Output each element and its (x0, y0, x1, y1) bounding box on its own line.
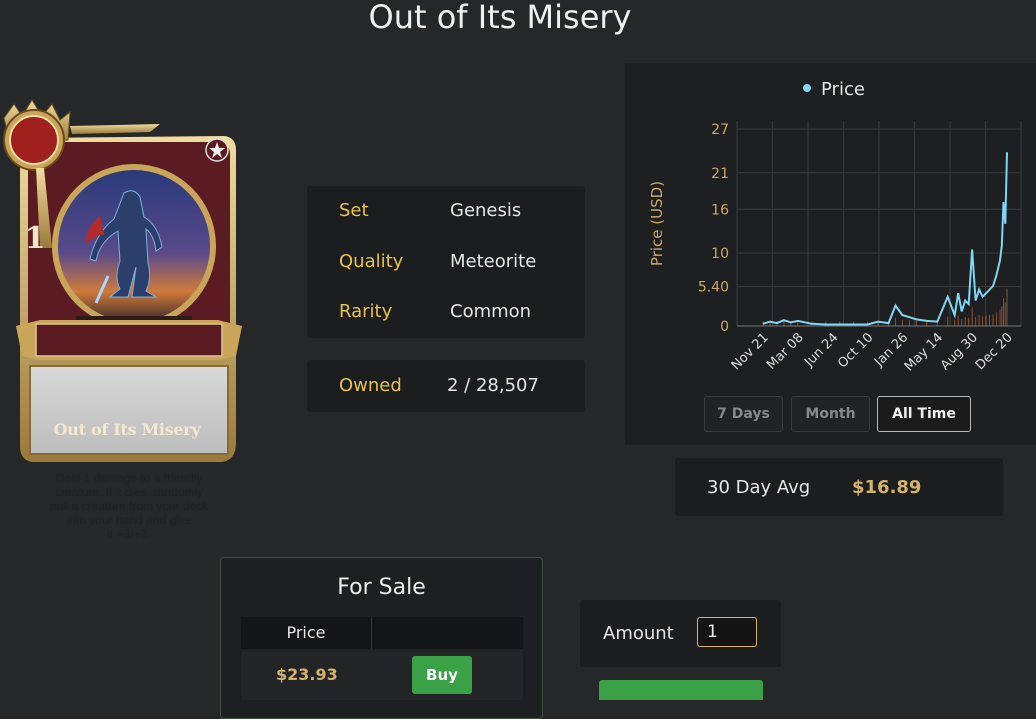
card-description: Deal 1 damage to a friendly creature. If… (40, 471, 218, 541)
range-button-7-days[interactable]: 7 Days (704, 396, 783, 432)
x-tick-label: Oct 10 (835, 330, 876, 371)
info-row-set: Set Genesis (307, 200, 585, 230)
amount-label: Amount (603, 623, 674, 644)
y-tick-label: 16 (711, 202, 729, 218)
sale-table-header: Price (241, 617, 523, 649)
page-title: Out of Its Misery (368, 0, 632, 36)
submit-button[interactable] (599, 680, 763, 700)
info-row-quality: Quality Meteorite (307, 251, 585, 281)
buy-button[interactable]: Buy (412, 656, 472, 694)
rarity-value: Common (450, 301, 532, 322)
info-row-rarity: Rarity Common (307, 301, 585, 331)
card-description-line: creature. If it dies, randomly (54, 485, 204, 499)
card-description-line: Deal 1 damage to a friendly (55, 471, 203, 485)
owned-value: 2 / 28,507 (447, 375, 539, 396)
x-tick-label: Nov 21 (729, 330, 772, 373)
set-label: Set (339, 200, 369, 221)
y-tick-label: 0 (720, 319, 729, 335)
card-info-panel: Set Genesis Quality Meteorite Rarity Com… (307, 186, 585, 338)
owned-label: Owned (339, 375, 402, 396)
avg-label: 30 Day Avg (707, 477, 811, 498)
y-tick-label: 27 (711, 122, 729, 138)
amount-input[interactable] (697, 617, 757, 647)
quality-label: Quality (339, 251, 404, 272)
card-description-line: into your hand and give (66, 513, 192, 527)
quality-value: Meteorite (450, 251, 537, 272)
price-line (762, 152, 1008, 326)
listing-price: $23.93 (276, 665, 338, 684)
card-image: 1 Out of Its Misery Deal 1 damage to a f… (0, 98, 245, 541)
y-tick-label: 5.40 (698, 280, 729, 296)
y-tick-label: 10 (711, 246, 729, 262)
set-value: Genesis (450, 200, 522, 221)
card-mana-cost: 1 (24, 221, 46, 256)
owned-panel: Owned 2 / 28,507 (307, 360, 585, 412)
price-column-header: Price (241, 617, 372, 649)
range-button-all-time[interactable]: All Time (877, 396, 971, 432)
card-description-line: pull a creature from your deck (49, 499, 209, 513)
amount-panel: Amount (580, 600, 781, 667)
price-chart[interactable]: 0 5.40 10 16 21 27 Price (USD) Nov 21Mar 08Jun … (625, 63, 1036, 393)
x-tick-label: Jun 24 (801, 330, 841, 370)
card-frame (3, 99, 242, 462)
price-chart-panel: Price 0 5.40 10 16 21 27 Price (USD) Nov 21 Mar … (625, 63, 1036, 445)
y-axis-label: Price (USD) (648, 181, 666, 266)
range-button-month[interactable]: Month (791, 396, 870, 432)
x-tick-label: Dec 20 (973, 330, 1016, 373)
rarity-label: Rarity (339, 301, 393, 322)
card-name: Out of Its Misery (53, 420, 201, 439)
y-tick-label: 21 (711, 166, 729, 182)
card-description-line: it +3/+3. (107, 527, 151, 541)
avg-value: $16.89 (852, 477, 922, 498)
for-sale-title: For Sale (337, 575, 426, 600)
thirty-day-avg-panel: 30 Day Avg $16.89 (675, 458, 1003, 516)
x-tick-label: Aug 30 (938, 330, 981, 373)
table-row: $23.93 Buy (241, 650, 523, 700)
x-tick-label: Mar 08 (764, 330, 807, 373)
x-tick-label: May 14 (902, 330, 946, 374)
